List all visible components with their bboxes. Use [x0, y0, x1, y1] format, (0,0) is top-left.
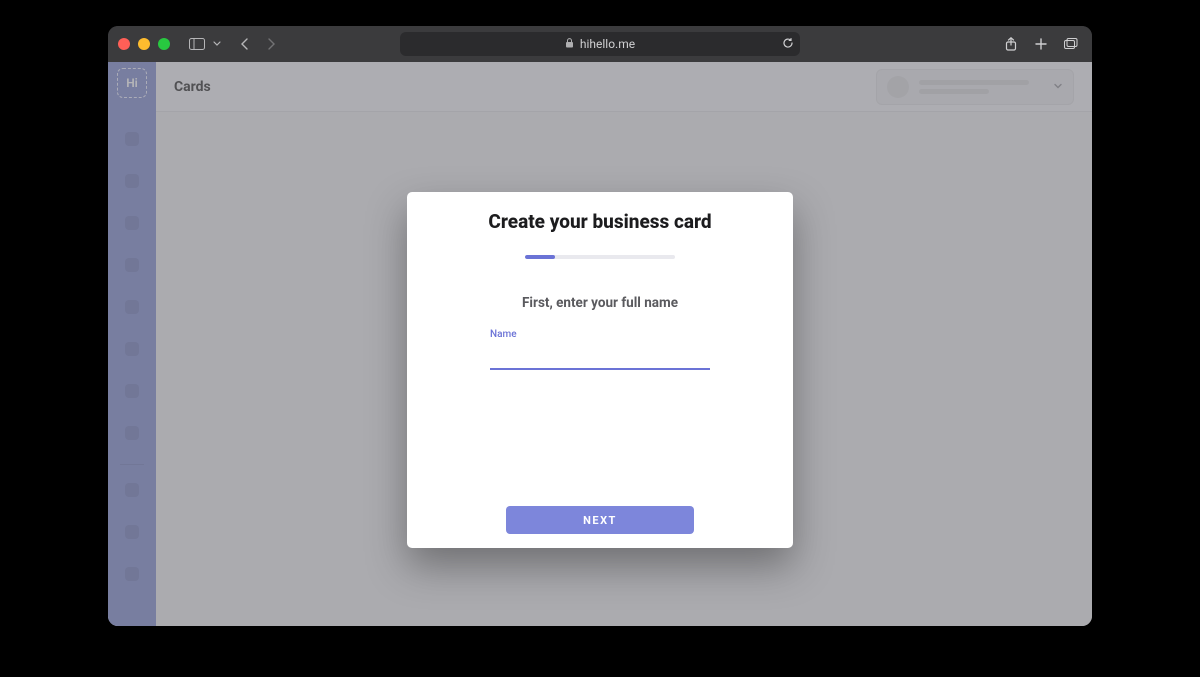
next-button[interactable]: NEXT — [506, 506, 694, 534]
progress-bar — [525, 255, 675, 259]
tab-overview-icon[interactable] — [1058, 32, 1084, 56]
name-input[interactable] — [490, 342, 710, 370]
address-bar[interactable]: hihello.me — [400, 32, 800, 56]
url-text: hihello.me — [580, 37, 635, 51]
new-tab-button[interactable] — [1028, 32, 1054, 56]
minimize-window-button[interactable] — [138, 38, 150, 50]
share-icon[interactable] — [998, 32, 1024, 56]
toolbar-right — [998, 32, 1084, 56]
modal-title: Create your business card — [488, 210, 711, 233]
close-window-button[interactable] — [118, 38, 130, 50]
window-controls — [118, 38, 170, 50]
back-button[interactable] — [232, 32, 258, 56]
reload-icon[interactable] — [782, 37, 794, 52]
modal-subtitle: First, enter your full name — [522, 295, 678, 311]
forward-button[interactable] — [258, 32, 284, 56]
safari-window: hihello.me Hi — [108, 26, 1092, 626]
chevron-down-icon[interactable] — [210, 32, 224, 56]
name-field: Name — [490, 329, 710, 370]
page-viewport: Hi Cards — [108, 62, 1092, 626]
progress-fill — [525, 255, 555, 259]
lock-icon — [565, 38, 574, 51]
create-card-modal: Create your business card First, enter y… — [407, 192, 793, 548]
hihello-app: Hi Cards — [108, 62, 1092, 626]
sidebar-icon[interactable] — [184, 32, 210, 56]
name-label: Name — [490, 329, 710, 340]
zoom-window-button[interactable] — [158, 38, 170, 50]
browser-titlebar: hihello.me — [108, 26, 1092, 62]
